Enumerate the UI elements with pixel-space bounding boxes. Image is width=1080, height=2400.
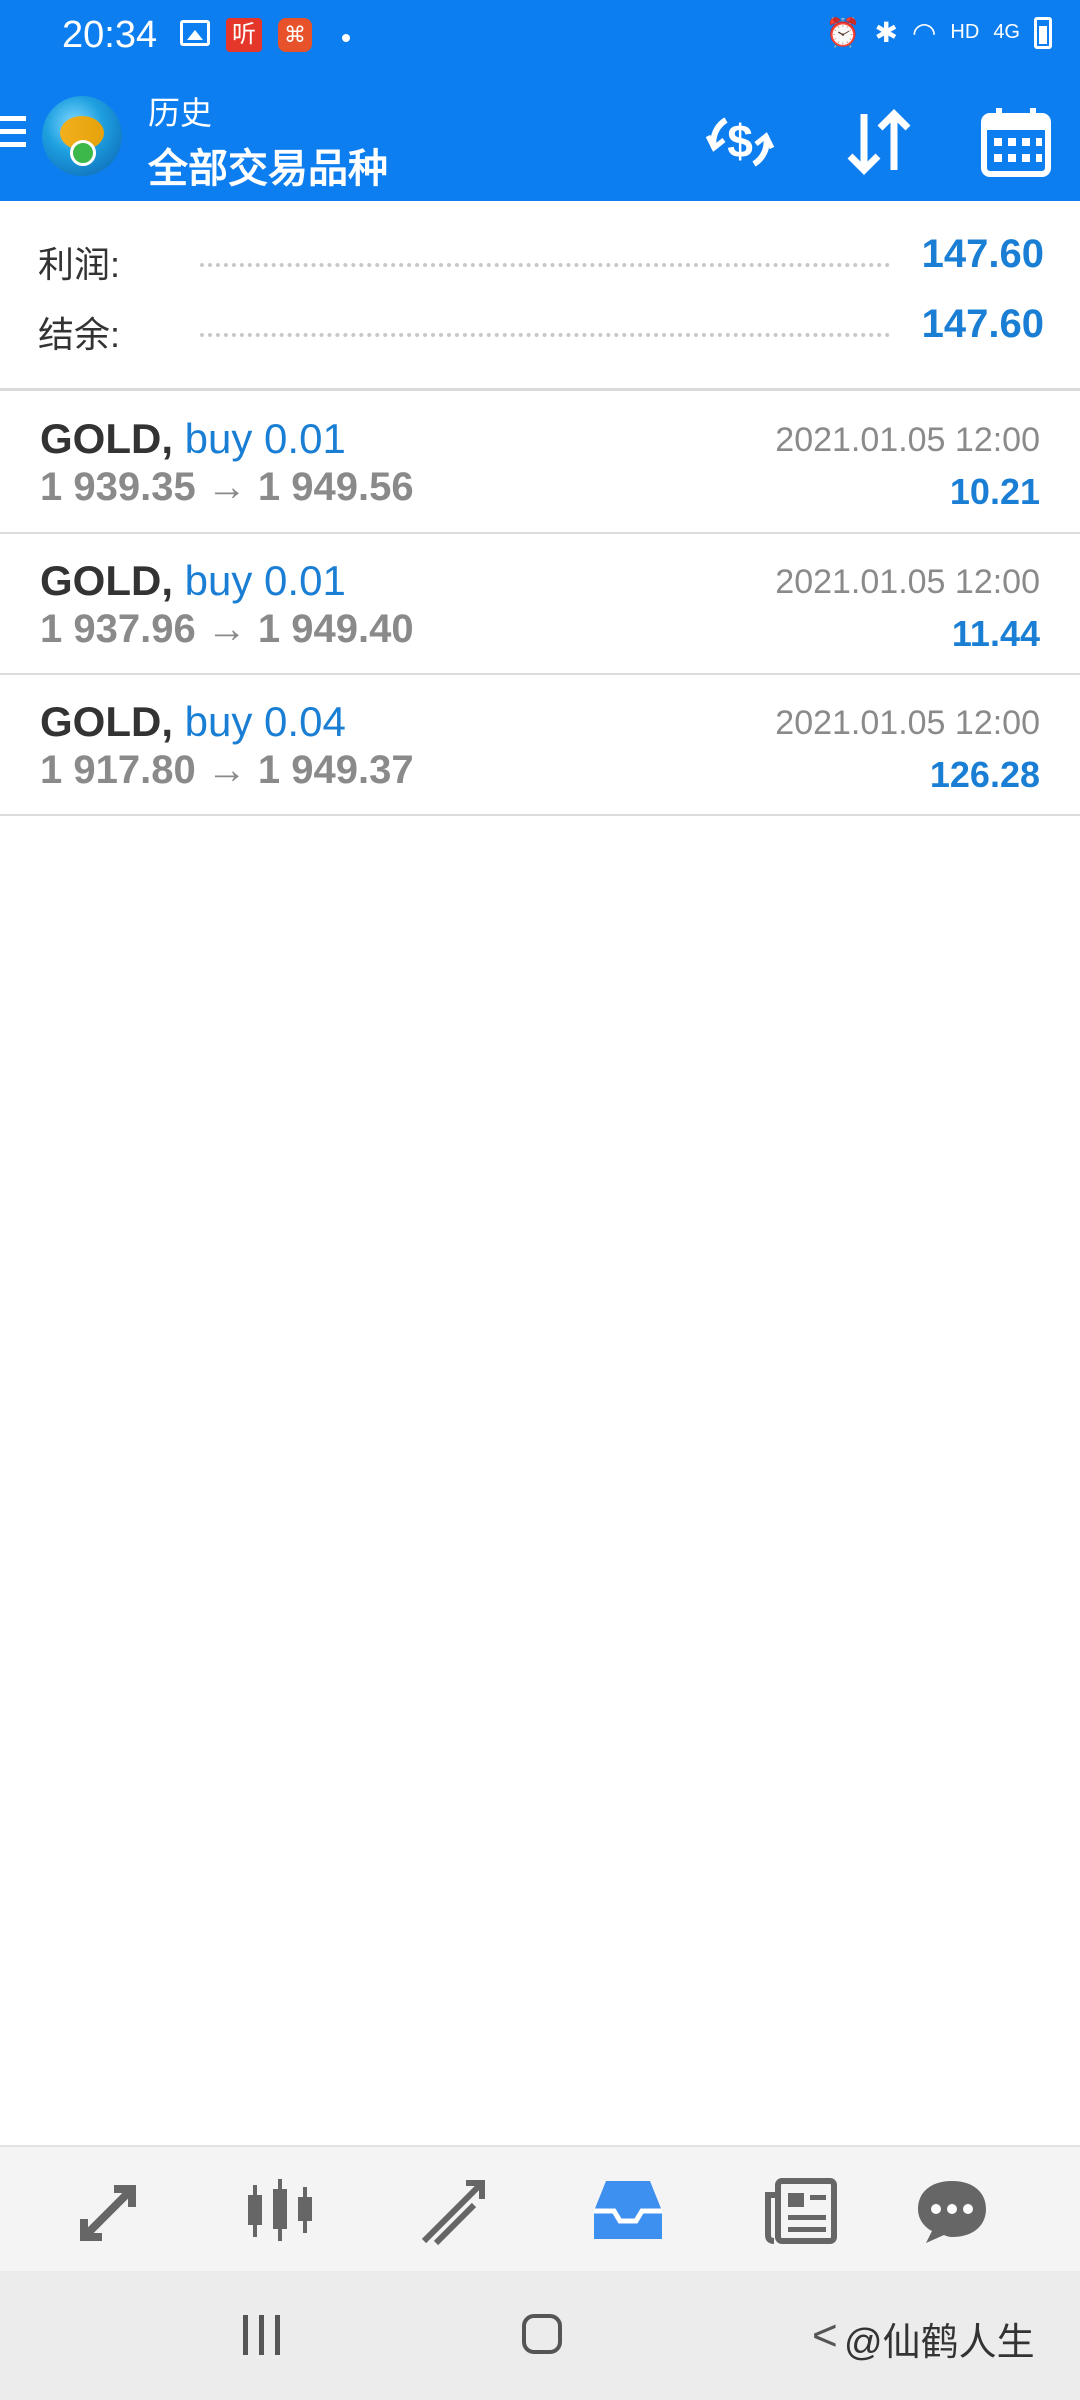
svg-text:$: $ (727, 115, 753, 167)
deal-side: buy 0.01 (184, 415, 346, 462)
trade-icon[interactable] (416, 2175, 492, 2247)
system-navigation-bar: < @仙鹤人生 (0, 2271, 1080, 2400)
status-right: ⏰ ✱ ◠ HD 4G (826, 16, 1052, 49)
app-icon: ⌘ (278, 18, 312, 52)
back-icon[interactable]: < (812, 2311, 838, 2361)
page-title[interactable]: 全部交易品种 (148, 136, 388, 194)
recents-icon[interactable] (243, 2315, 281, 2355)
image-icon (180, 20, 210, 46)
deal-profit: 126.28 (929, 754, 1040, 795)
deal-symbol: GOLD (40, 415, 162, 462)
deal-symbol: GOLD (40, 557, 162, 604)
quotes-icon[interactable] (70, 2175, 146, 2247)
deal-row[interactable]: GOLD, buy 0.01 1 937.96 → 1 949.40 2021.… (0, 533, 1080, 674)
dotted-leader (200, 333, 890, 337)
dotted-leader (200, 263, 890, 267)
status-time: 20:34 (62, 14, 158, 56)
network-label: HD (950, 21, 980, 43)
page-subtitle: 历史 (148, 95, 213, 131)
deal-symbol: GOLD (40, 698, 162, 745)
deal-row[interactable]: GOLD, buy 0.01 1 939.35 → 1 949.56 2021.… (0, 391, 1080, 532)
ting-app-icon: 听 (226, 18, 262, 52)
sort-icon[interactable] (838, 102, 918, 182)
deal-side: buy 0.01 (184, 557, 346, 604)
alarm-icon: ⏰ (825, 17, 861, 48)
signal-label: 4G (993, 21, 1020, 43)
balance-row: 结余: 147.60 (0, 296, 1080, 366)
app-logo (42, 96, 122, 176)
profit-label: 利润: (38, 244, 121, 285)
deal-prices: 1 939.35 → 1 949.56 (40, 465, 414, 509)
app-header: 20:34 听 ⌘ ⏰ ✱ ◠ HD 4G 历史 全部交易品种 $ (0, 0, 1080, 201)
watermark-text: @仙鹤人生 (844, 2322, 1035, 2364)
profit-value: 147.60 (921, 232, 1044, 276)
bottom-nav (0, 2145, 1080, 2273)
menu-icon[interactable] (0, 116, 26, 155)
deal-profit: 11.44 (951, 613, 1040, 654)
wifi-icon: ◠ (911, 17, 937, 48)
deal-time: 2021.01.05 12:00 (775, 704, 1040, 742)
balance-label: 结余: (38, 314, 121, 355)
deal-time: 2021.01.05 12:00 (775, 421, 1040, 459)
deal-prices: 1 917.80 → 1 949.37 (40, 748, 414, 792)
bluetooth-icon: ✱ (874, 17, 898, 48)
chat-icon[interactable] (914, 2175, 990, 2247)
deal-profit: 10.21 (949, 471, 1040, 512)
deal-side: buy 0.04 (184, 698, 346, 745)
separator: , (161, 415, 185, 462)
balance-value: 147.60 (921, 302, 1044, 346)
profit-row: 利润: 147.60 (0, 226, 1080, 296)
status-bar: 20:34 听 ⌘ ⏰ ✱ ◠ HD 4G (0, 0, 1080, 78)
battery-icon (1034, 16, 1052, 49)
deal-prices: 1 937.96 → 1 949.40 (40, 607, 414, 651)
history-icon[interactable] (590, 2175, 666, 2247)
calendar-icon[interactable] (976, 102, 1056, 182)
notification-dot-icon (342, 34, 350, 42)
deal-time: 2021.01.05 12:00 (775, 563, 1040, 601)
currency-exchange-icon[interactable]: $ (700, 102, 780, 182)
row-divider (0, 814, 1080, 816)
separator: , (161, 557, 185, 604)
deal-row[interactable]: GOLD, buy 0.04 1 917.80 → 1 949.37 2021.… (0, 674, 1080, 815)
news-icon[interactable] (764, 2175, 840, 2247)
separator: , (161, 698, 185, 745)
chart-icon[interactable] (242, 2175, 318, 2247)
home-icon[interactable] (522, 2314, 562, 2354)
